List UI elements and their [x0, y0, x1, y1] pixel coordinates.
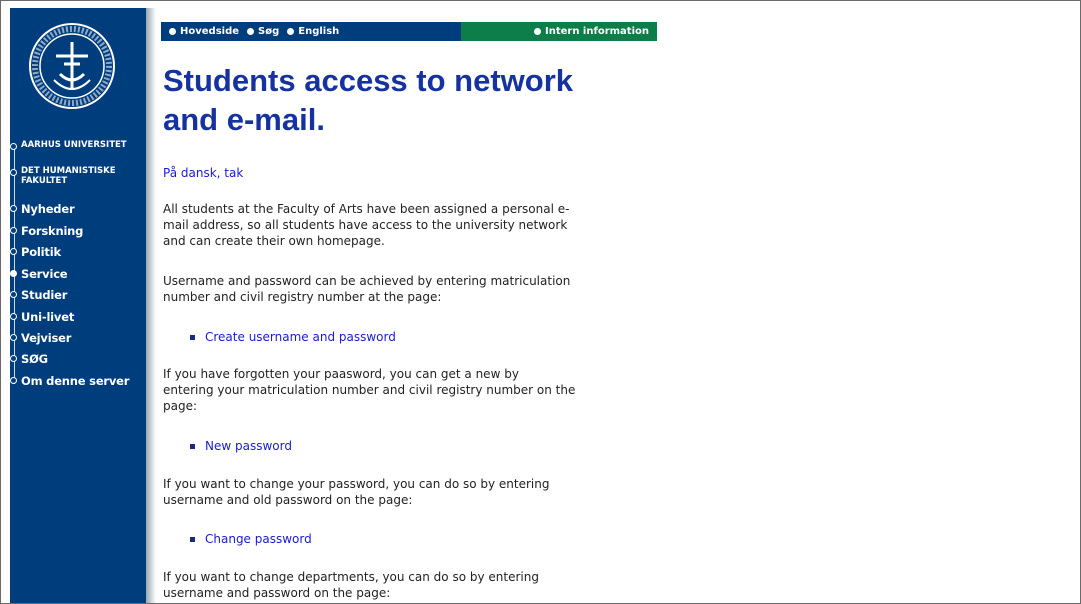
sidebar-shadow [146, 8, 156, 603]
topbar-link-hovedside[interactable]: Hovedside [169, 26, 239, 37]
username-paragraph: Username and password can be achieved by… [163, 274, 571, 304]
sidebar-item-om-denne-server[interactable]: Om denne server [10, 374, 129, 389]
topbar-link-intern-information[interactable]: Intern information [534, 26, 649, 37]
sidebar-item-vejviser[interactable]: Vejviser [10, 331, 71, 346]
topbar-link-sog[interactable]: Søg [247, 26, 279, 37]
forgotten-password-paragraph: If you have forgotten your paasword, you… [163, 367, 576, 413]
nav-dot-icon [10, 291, 17, 298]
list-item: New password [190, 438, 292, 454]
list-item: Create username and password [190, 329, 396, 345]
bullet-dot-icon [169, 28, 176, 35]
page-title: Students access to network and e-mail. [163, 63, 574, 137]
square-bullet-icon [190, 334, 195, 340]
sidebar-item-service[interactable]: Service [10, 267, 68, 282]
nav-dot-active-icon [10, 270, 17, 277]
change-password-paragraph: If you want to change your password, you… [163, 477, 550, 507]
sidebar-item-studier[interactable]: Studier [10, 288, 67, 303]
change-department-paragraph: If you want to change departments, you c… [163, 570, 539, 600]
sidebar-item-sog[interactable]: SØG [10, 352, 48, 367]
nav-dot-icon [10, 355, 17, 362]
sidebar: AARHUS UNIVERSITET DET HUMANISTISKE FAKU… [10, 8, 146, 603]
change-password-link[interactable]: Change password [205, 531, 312, 547]
sidebar-item-forskning[interactable]: Forskning [10, 224, 83, 239]
nav-dot-icon [10, 377, 17, 384]
nav-dot-icon [10, 205, 17, 212]
square-bullet-icon [190, 536, 195, 542]
new-password-link[interactable]: New password [205, 438, 292, 454]
top-navigation-bar: Hovedside Søg English Intern information [161, 22, 657, 41]
browser-viewport: AARHUS UNIVERSITET DET HUMANISTISKE FAKU… [0, 0, 1081, 604]
nav-dot-icon [10, 169, 17, 176]
sidebar-item-label: FAKULTET [21, 176, 68, 186]
bullet-dot-icon [247, 28, 255, 35]
topbar-link-english[interactable]: English [287, 26, 339, 37]
sidebar-item-aarhus-universitet[interactable]: AARHUS UNIVERSITET [10, 140, 127, 150]
sidebar-item-label: DET HUMANISTISKE [21, 166, 116, 176]
nav-dot-icon [10, 313, 17, 320]
sidebar-item-politik[interactable]: Politik [10, 245, 61, 260]
list-item: Change password [190, 531, 312, 547]
create-username-link[interactable]: Create username and password [205, 329, 396, 345]
intro-paragraph: All students at the Faculty of Arts have… [163, 202, 570, 248]
sidebar-item-uni-livet[interactable]: Uni-livet [10, 310, 74, 325]
university-seal-logo [29, 23, 115, 109]
danish-version-link[interactable]: På dansk, tak [163, 165, 663, 181]
nav-dot-icon [10, 227, 17, 234]
nav-dot-icon [10, 248, 17, 255]
sidebar-item-humanistiske-fakultet[interactable]: DET HUMANISTISKE FAKULTET [10, 166, 116, 186]
sidebar-item-nyheder[interactable]: Nyheder [10, 202, 75, 217]
nav-dot-icon [10, 334, 17, 341]
nav-dot-icon [10, 143, 17, 150]
bullet-dot-icon [534, 28, 541, 35]
square-bullet-icon [190, 443, 195, 449]
bullet-dot-icon [287, 28, 295, 35]
